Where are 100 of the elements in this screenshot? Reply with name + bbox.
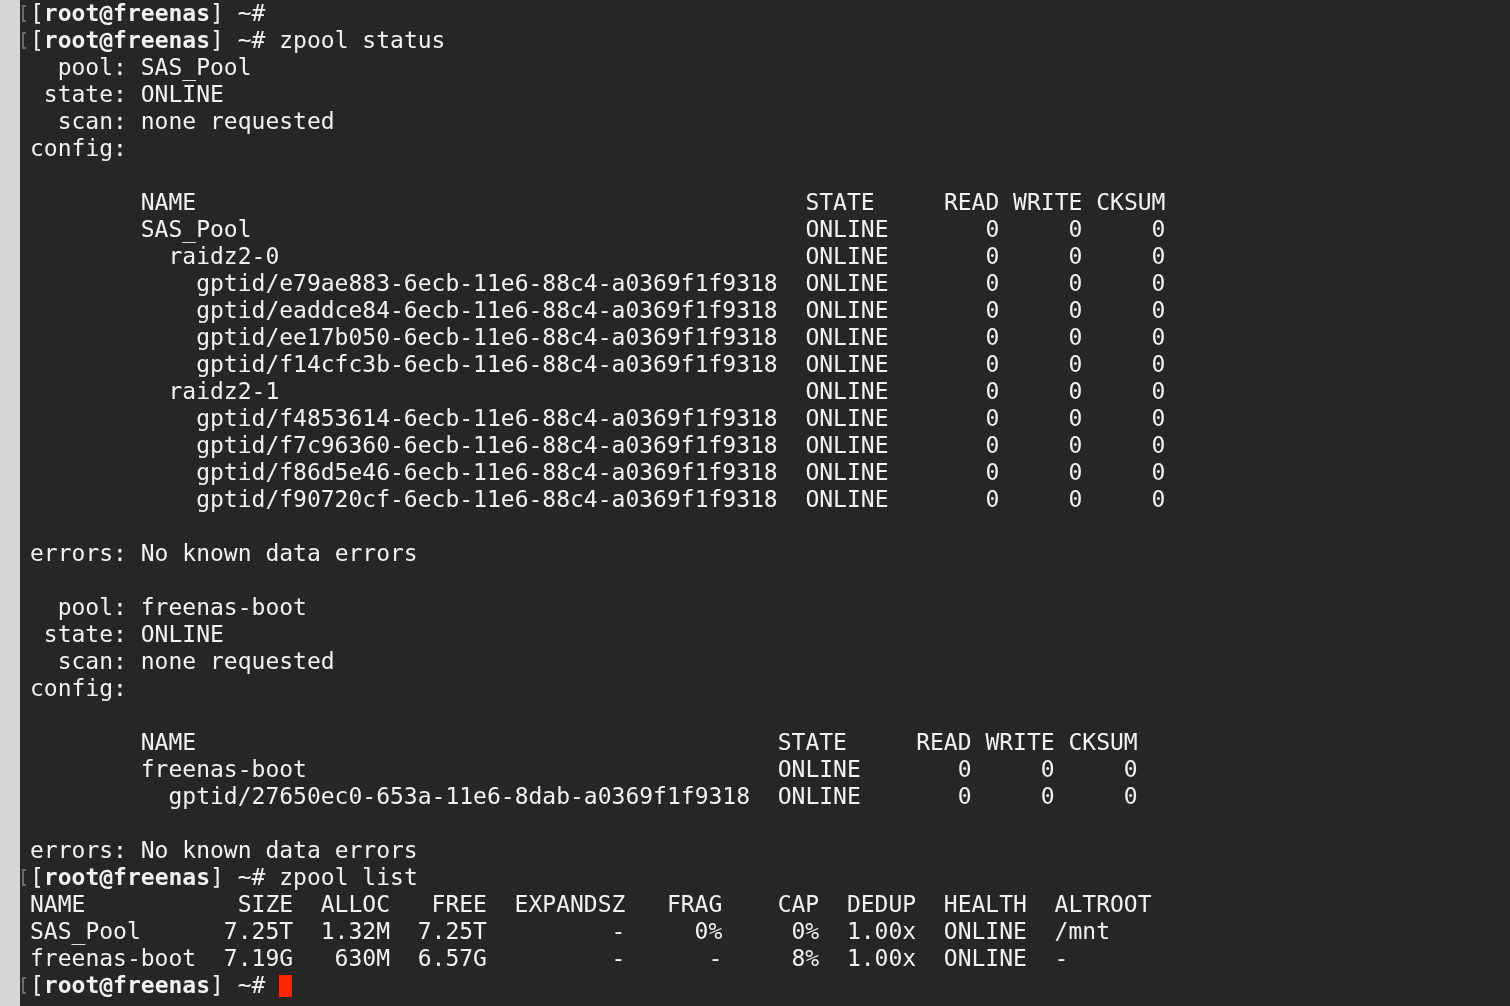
table-cell: 7.25T bbox=[223, 918, 294, 945]
prompt-line: [root@freenas] ~# zpool list bbox=[30, 864, 418, 891]
table-cell: 1.00x bbox=[846, 945, 917, 972]
table-cell-text: gptid/ee17b050-6ecb-11e6-88c4-a0369f1f9318 bbox=[196, 324, 779, 351]
table-cell-text: - bbox=[1054, 945, 1070, 972]
table-cell: ONLINE bbox=[943, 945, 1027, 972]
table-cell-text: 0 bbox=[1122, 783, 1138, 810]
table-cell-text: 0 bbox=[1150, 486, 1166, 513]
table-cell-text: 0 bbox=[984, 378, 1000, 405]
table-cell-text: gptid/f86d5e46-6ecb-11e6-88c4-a0369f1f9318 bbox=[196, 459, 779, 486]
table-cell-text: 0 bbox=[1122, 756, 1138, 783]
column-header: NAME bbox=[140, 189, 198, 216]
table-cell-text: - bbox=[610, 918, 626, 945]
table-cell-text: ONLINE bbox=[777, 756, 862, 783]
table-cell-text: gptid/eaddce84-6ecb-11e6-88c4-a0369f1f9318 bbox=[196, 297, 779, 324]
table-cell-text: ONLINE bbox=[805, 270, 890, 297]
prompt-mark-icon bbox=[22, 5, 26, 22]
field-value: none requested bbox=[140, 648, 335, 675]
column-header: HEALTH bbox=[943, 891, 1027, 918]
table-cell-text: ONLINE bbox=[805, 459, 890, 486]
table-cell-text: 0 bbox=[984, 270, 1000, 297]
column-header: STATE bbox=[805, 189, 876, 216]
table-cell-text: ONLINE bbox=[805, 405, 890, 432]
column-header: READ bbox=[942, 189, 1000, 216]
table-cell-text: 0 bbox=[956, 756, 972, 783]
table-cell-text: 0 bbox=[984, 324, 1000, 351]
field-label: config: bbox=[30, 135, 127, 162]
table-cell-text: 0 bbox=[956, 783, 972, 810]
table-cell-text: ONLINE bbox=[805, 351, 890, 378]
field-label: errors: bbox=[30, 540, 127, 567]
table-cell-text: gptid/f7c96360-6ecb-11e6-88c4-a0369f1f9318 bbox=[196, 432, 779, 459]
table-cell-text: ONLINE bbox=[805, 486, 890, 513]
table-cell-text: ONLINE bbox=[805, 324, 890, 351]
table-cell-text: 0% bbox=[693, 918, 723, 945]
column-header: FREE bbox=[430, 891, 487, 918]
column-header: CAP bbox=[776, 891, 820, 918]
table-cell-text: 0 bbox=[984, 405, 1000, 432]
table-cell-text: 0 bbox=[1067, 351, 1083, 378]
column-header: FRAG bbox=[665, 891, 723, 918]
table-cell-text: 0 bbox=[984, 243, 1000, 270]
table-cell-text: gptid/f14cfc3b-6ecb-11e6-88c4-a0369f1f9318 bbox=[196, 351, 779, 378]
table-cell-text: 0 bbox=[1067, 243, 1083, 270]
field-label: state: bbox=[42, 81, 127, 108]
table-cell-text: 0 bbox=[1067, 378, 1083, 405]
table-cell-text: ONLINE bbox=[805, 378, 890, 405]
prompt-line: [root@freenas] ~# zpool status bbox=[30, 27, 446, 54]
prompt-mark-icon bbox=[22, 869, 26, 886]
field-label: scan: bbox=[56, 108, 127, 135]
column-header: CKSUM bbox=[1068, 729, 1138, 756]
field-label: config: bbox=[30, 675, 127, 702]
field-value: freenas-boot bbox=[140, 594, 307, 621]
table-cell: freenas-boot bbox=[30, 945, 197, 972]
table-cell-text: 0 bbox=[984, 297, 1000, 324]
table-cell-text: freenas-boot bbox=[140, 756, 308, 783]
field-label: pool: bbox=[56, 594, 127, 621]
field-label: state: bbox=[42, 621, 127, 648]
table-cell-text: 0 bbox=[1150, 243, 1166, 270]
field-value: SAS_Pool bbox=[140, 54, 252, 81]
column-header: NAME bbox=[30, 891, 87, 918]
table-cell-text: 0 bbox=[1067, 459, 1083, 486]
table-cell-text: 0 bbox=[984, 486, 1000, 513]
table-cell-text: /mnt bbox=[1054, 918, 1111, 945]
column-header: SIZE bbox=[236, 891, 294, 918]
column-header: READ bbox=[915, 729, 972, 756]
prompt-mark-icon bbox=[22, 32, 26, 49]
table-cell-text: 0 bbox=[1150, 297, 1166, 324]
table-cell-text: - bbox=[707, 945, 723, 972]
table-cell-text: 0 bbox=[1067, 216, 1083, 243]
table-cell-text: 0 bbox=[1067, 432, 1083, 459]
table-cell-text: SAS_Pool bbox=[30, 918, 142, 945]
column-header: CKSUM bbox=[1096, 189, 1166, 216]
table-cell-text: raidz2-0 bbox=[168, 243, 281, 270]
table-cell: ONLINE bbox=[943, 918, 1027, 945]
column-header: WRITE bbox=[1013, 189, 1083, 216]
table-cell: 1.00x bbox=[846, 918, 917, 945]
table-cell: 1.32M bbox=[320, 918, 390, 945]
table-cell-text: 0 bbox=[1150, 378, 1166, 405]
table-cell-text: 0 bbox=[1150, 351, 1166, 378]
table-cell-text: 0 bbox=[1067, 486, 1083, 513]
table-cell-text: gptid/f4853614-6ecb-11e6-88c4-a0369f1f9318 bbox=[196, 405, 779, 432]
table-cell-text: ONLINE bbox=[805, 432, 890, 459]
table-cell-text: 0 bbox=[1150, 270, 1166, 297]
table-cell-text: raidz2-1 bbox=[168, 378, 281, 405]
prompt-line: [root@freenas] ~# bbox=[30, 972, 266, 999]
table-cell-text: 0 bbox=[1150, 216, 1166, 243]
field-label: pool: bbox=[56, 54, 127, 81]
field-value: No known data errors bbox=[140, 837, 418, 864]
column-header: STATE bbox=[777, 729, 848, 756]
table-cell-text: 0 bbox=[1150, 432, 1166, 459]
table-cell-text: gptid/27650ec0-653a-11e6-8dab-a0369f1f9318 bbox=[168, 783, 752, 810]
table-cell-text: 630M bbox=[333, 945, 390, 972]
column-header: ALTROOT bbox=[1054, 891, 1152, 918]
table-cell-text: 0% bbox=[790, 918, 820, 945]
table-cell-text: ONLINE bbox=[805, 243, 890, 270]
field-label: errors: bbox=[30, 837, 127, 864]
field-label: scan: bbox=[56, 648, 127, 675]
column-header: DEDUP bbox=[846, 891, 917, 918]
table-cell: 6.57G bbox=[417, 945, 487, 972]
table-cell-text: 0 bbox=[1039, 756, 1055, 783]
table-cell-text: 0 bbox=[1150, 405, 1166, 432]
